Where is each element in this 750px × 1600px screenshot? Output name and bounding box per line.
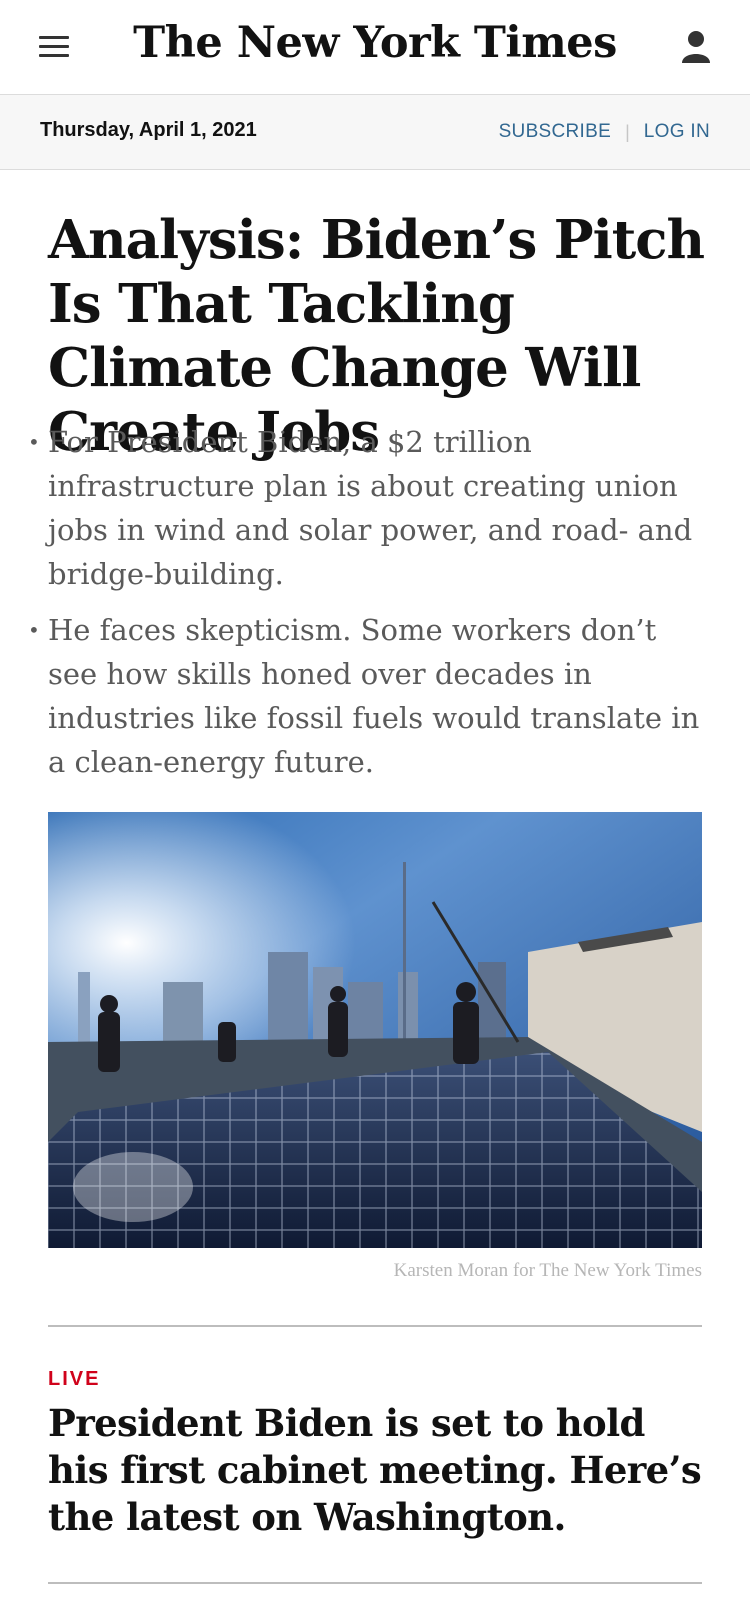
top-nav-bar: The New York Times bbox=[0, 0, 750, 95]
login-link[interactable]: LOG IN bbox=[644, 121, 710, 143]
photo-credit: Karsten Moran for The New York Times bbox=[393, 1260, 702, 1281]
person-icon[interactable] bbox=[680, 29, 712, 65]
masthead-logo[interactable]: The New York Times bbox=[0, 18, 750, 68]
article-photo[interactable] bbox=[48, 812, 702, 1248]
live-kicker: LIVE bbox=[48, 1368, 101, 1390]
auth-links: SUBSCRIBE | LOG IN bbox=[499, 121, 710, 143]
current-date: Thursday, April 1, 2021 bbox=[40, 119, 257, 141]
section-divider bbox=[48, 1582, 702, 1584]
article-summary-list: For President Biden, a $2 trillion infra… bbox=[28, 420, 708, 796]
summary-item: For President Biden, a $2 trillion infra… bbox=[28, 420, 708, 596]
summary-item: He faces skepticism. Some workers don’t … bbox=[28, 608, 708, 784]
subscribe-link[interactable]: SUBSCRIBE bbox=[499, 121, 612, 143]
link-divider: | bbox=[625, 121, 630, 142]
next-story-headline[interactable]: President Biden is set to hold his first… bbox=[48, 1400, 708, 1541]
section-divider bbox=[48, 1325, 702, 1327]
date-bar: Thursday, April 1, 2021 SUBSCRIBE | LOG … bbox=[0, 95, 750, 170]
